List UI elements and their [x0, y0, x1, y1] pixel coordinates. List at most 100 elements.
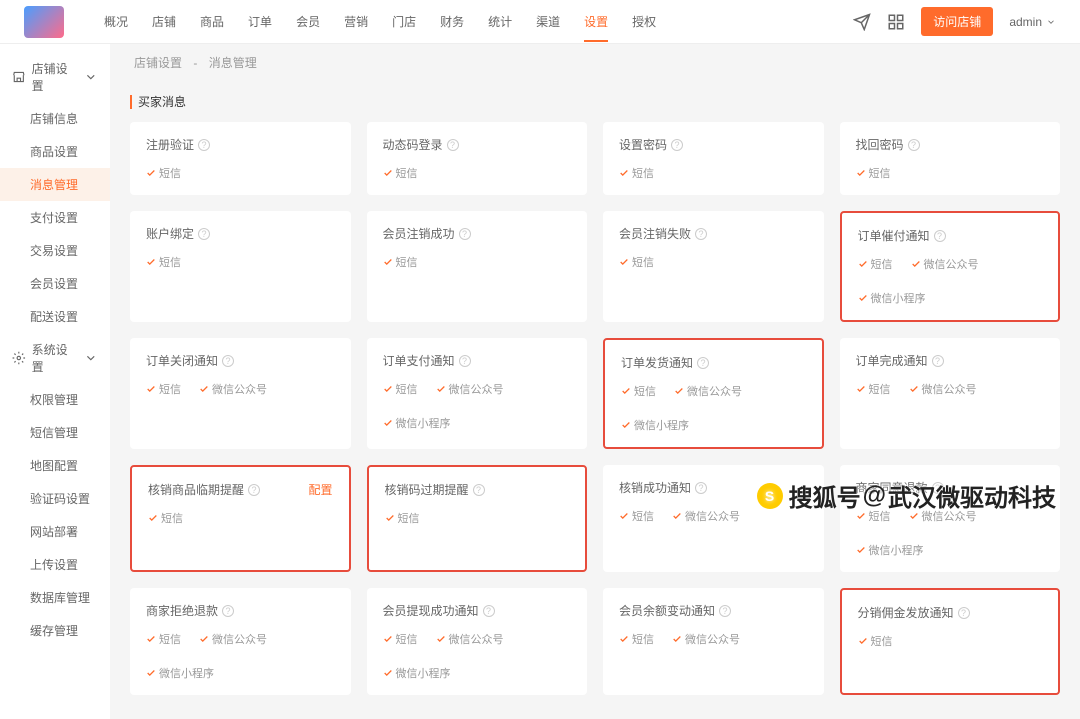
card-body: 短信 [146, 165, 335, 181]
card-body: 短信 [146, 254, 335, 270]
channel-tag: 微信小程序 [856, 542, 924, 558]
card-2-3[interactable]: 订单完成通知?短信微信公众号 [840, 338, 1061, 449]
help-icon[interactable]: ? [248, 484, 260, 496]
card-0-2[interactable]: 设置密码?短信 [603, 122, 824, 195]
card-1-0[interactable]: 账户绑定?短信 [130, 211, 351, 322]
channel-tag: 微信小程序 [621, 417, 689, 433]
card-header: 会员注销失败? [619, 225, 808, 242]
help-icon[interactable]: ? [198, 228, 210, 240]
user-menu[interactable]: admin [1009, 15, 1056, 29]
side-item-1-7[interactable]: 缓存管理 [0, 614, 110, 647]
card-title: 会员注销失败 [619, 225, 691, 242]
help-icon[interactable]: ? [695, 228, 707, 240]
topnav-item-7[interactable]: 财务 [440, 1, 464, 42]
card-3-0[interactable]: 核销商品临期提醒?配置短信 [130, 465, 351, 572]
topnav-item-11[interactable]: 授权 [632, 1, 656, 42]
channel-tag: 短信 [858, 633, 893, 649]
help-icon[interactable]: ? [447, 139, 459, 151]
card-2-1[interactable]: 订单支付通知?短信微信公众号微信小程序 [367, 338, 588, 449]
help-icon[interactable]: ? [459, 228, 471, 240]
topnav-item-8[interactable]: 统计 [488, 1, 512, 42]
side-item-0-0[interactable]: 店铺信息 [0, 102, 110, 135]
card-title: 订单完成通知 [856, 352, 928, 369]
card-body: 短信 [856, 165, 1045, 181]
channel-tag: 短信 [619, 631, 654, 647]
card-2-0[interactable]: 订单关闭通知?短信微信公众号 [130, 338, 351, 449]
card-title: 动态码登录 [383, 136, 443, 153]
card-title: 会员提现成功通知 [383, 602, 479, 619]
side-item-1-5[interactable]: 上传设置 [0, 548, 110, 581]
help-icon[interactable]: ? [222, 605, 234, 617]
help-icon[interactable]: ? [483, 605, 495, 617]
side-item-1-3[interactable]: 验证码设置 [0, 482, 110, 515]
card-1-2[interactable]: 会员注销失败? 短信 [603, 211, 824, 322]
topnav-item-0[interactable]: 概况 [104, 1, 128, 42]
side-item-0-3[interactable]: 支付设置 [0, 201, 110, 234]
side-group-1[interactable]: 系统设置 [0, 333, 110, 383]
help-icon[interactable]: ? [222, 355, 234, 367]
card-header: 会员注销成功? [383, 225, 572, 242]
help-icon[interactable]: ? [908, 139, 920, 151]
channel-tag: 短信 [148, 510, 183, 526]
card-0-3[interactable]: 找回密码? 短信 [840, 122, 1061, 195]
card-header: 找回密码? [856, 136, 1045, 153]
side-item-0-5[interactable]: 会员设置 [0, 267, 110, 300]
side-item-1-6[interactable]: 数据库管理 [0, 581, 110, 614]
side-item-0-6[interactable]: 配送设置 [0, 300, 110, 333]
card-title: 分销佣金发放通知 [858, 604, 954, 621]
topnav-item-10[interactable]: 设置 [584, 1, 608, 42]
side-item-1-4[interactable]: 网站部署 [0, 515, 110, 548]
help-icon[interactable]: ? [697, 357, 709, 369]
help-icon[interactable]: ? [671, 139, 683, 151]
card-1-1[interactable]: 会员注销成功? 短信 [367, 211, 588, 322]
card-1-3[interactable]: 订单催付通知?短信微信公众号微信小程序 [840, 211, 1061, 322]
topnav-item-9[interactable]: 渠道 [536, 1, 560, 42]
qr-icon[interactable] [887, 13, 905, 31]
topnav-item-6[interactable]: 门店 [392, 1, 416, 42]
topnav-item-5[interactable]: 营销 [344, 1, 368, 42]
sohu-icon: S [757, 483, 783, 509]
help-icon[interactable]: ? [958, 607, 970, 619]
help-icon[interactable]: ? [198, 139, 210, 151]
config-link[interactable]: 配置 [308, 481, 332, 498]
card-header: 订单完成通知? [856, 352, 1045, 369]
side-item-1-1[interactable]: 短信管理 [0, 416, 110, 449]
card-2-2[interactable]: 订单发货通知?短信微信公众号微信小程序 [603, 338, 824, 449]
crumb-0[interactable]: 店铺设置 [134, 56, 182, 70]
card-4-3[interactable]: 分销佣金发放通知? 短信 [840, 588, 1061, 695]
topnav-item-3[interactable]: 订单 [248, 1, 272, 42]
help-icon[interactable]: ? [459, 355, 471, 367]
side-item-0-2[interactable]: 消息管理 [0, 168, 110, 201]
topnav-item-2[interactable]: 商品 [200, 1, 224, 42]
side-item-0-1[interactable]: 商品设置 [0, 135, 110, 168]
visit-store-button[interactable]: 访问店铺 [921, 7, 993, 36]
card-3-1[interactable]: 核销码过期提醒?短信 [367, 465, 588, 572]
topnav-item-1[interactable]: 店铺 [152, 1, 176, 42]
help-icon[interactable]: ? [473, 484, 485, 496]
side-group-0[interactable]: 店铺设置 [0, 52, 110, 102]
card-4-1[interactable]: 会员提现成功通知?短信微信公众号微信小程序 [367, 588, 588, 695]
channel-tag: 短信 [383, 165, 418, 181]
channel-tag: 微信公众号 [909, 381, 977, 397]
help-icon[interactable]: ? [934, 230, 946, 242]
card-4-0[interactable]: 商家拒绝退款?短信微信公众号微信小程序 [130, 588, 351, 695]
card-header: 订单发货通知? [621, 354, 806, 371]
channel-tag: 微信小程序 [383, 415, 451, 431]
help-icon[interactable]: ? [719, 605, 731, 617]
side-item-1-2[interactable]: 地图配置 [0, 449, 110, 482]
topnav-item-4[interactable]: 会员 [296, 1, 320, 42]
side-item-0-4[interactable]: 交易设置 [0, 234, 110, 267]
help-icon[interactable]: ? [932, 355, 944, 367]
card-header: 会员余额变动通知? [619, 602, 808, 619]
help-icon[interactable]: ? [695, 482, 707, 494]
card-0-0[interactable]: 注册验证?短信 [130, 122, 351, 195]
channel-tag: 短信 [619, 254, 654, 270]
side-item-1-0[interactable]: 权限管理 [0, 383, 110, 416]
channel-tag: 短信 [383, 254, 418, 270]
card-header: 商家拒绝退款? [146, 602, 335, 619]
card-0-1[interactable]: 动态码登录? 短信 [367, 122, 588, 195]
send-icon[interactable] [853, 13, 871, 31]
channel-tag: 短信 [619, 165, 654, 181]
card-4-2[interactable]: 会员余额变动通知?短信微信公众号 [603, 588, 824, 695]
card-title: 找回密码 [856, 136, 904, 153]
